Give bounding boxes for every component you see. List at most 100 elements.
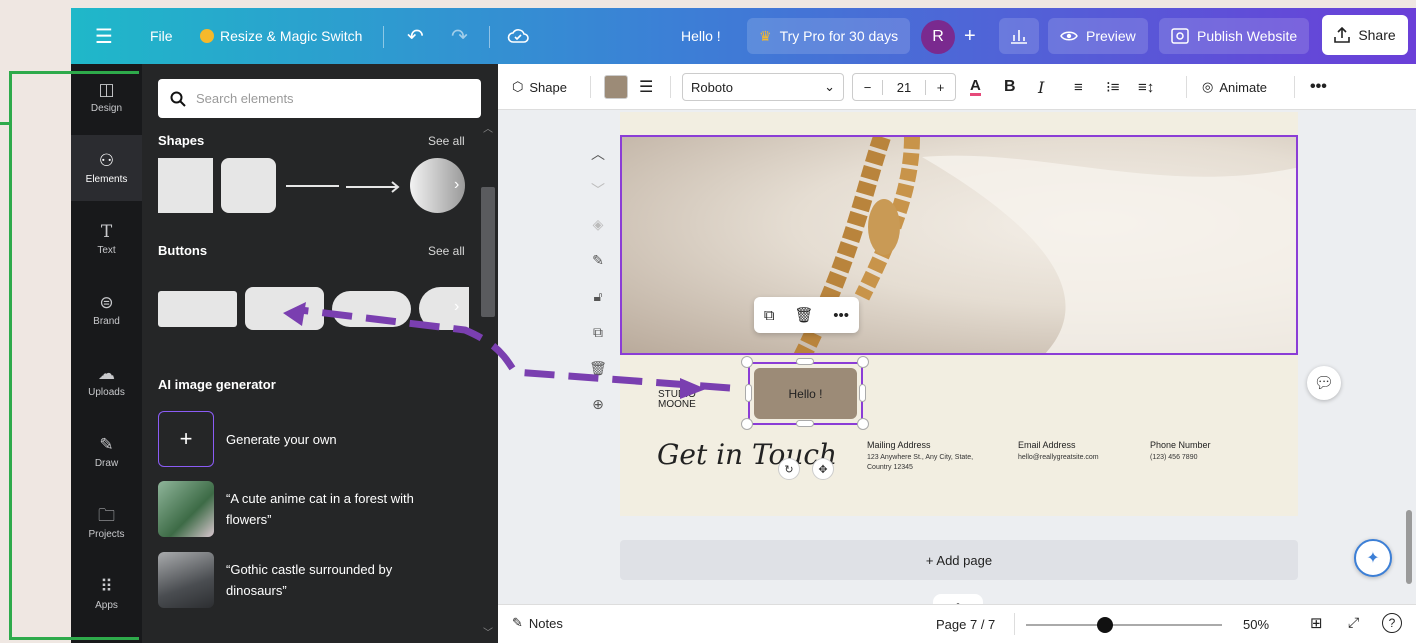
try-pro-button[interactable]: ♛ Try Pro for 30 days (747, 18, 911, 54)
page-notes-icon[interactable]: ✎ (586, 252, 610, 288)
line-spacing-icon[interactable]: ≡↕ (1138, 73, 1154, 101)
comment-add-icon[interactable]: 💬︎ (1307, 366, 1341, 400)
chevron-right-icon[interactable]: › (454, 298, 459, 316)
add-page-icon[interactable]: ⊕ (586, 396, 610, 432)
chevron-right-icon[interactable]: › (454, 176, 459, 194)
resize-handle[interactable] (741, 356, 753, 368)
phone-number-value[interactable]: (123) 456 7890 (1150, 453, 1197, 463)
border-style-icon[interactable]: ☰ (639, 73, 653, 101)
delete-page-icon[interactable]: 🗑︎ (586, 360, 610, 396)
page-indicator[interactable]: Page 7 / 7 (936, 617, 995, 632)
crown-icon (200, 29, 214, 43)
help-icon[interactable]: ? (1382, 613, 1402, 633)
divider (1014, 613, 1015, 635)
menu-icon[interactable]: ☰ (95, 8, 113, 64)
zoom-level[interactable]: 50% (1243, 617, 1269, 632)
generate-your-own-item[interactable]: + Generate your own (158, 411, 446, 467)
grid-view-icon[interactable]: ⊞ (1310, 614, 1323, 632)
see-all-shapes-link[interactable]: See all (428, 134, 465, 148)
arrow-line-shape[interactable] (346, 180, 402, 193)
lock-icon[interactable]: 🔓︎ (586, 288, 610, 324)
search-box[interactable] (158, 79, 481, 118)
shape-button[interactable]: ⬡ Shape (512, 73, 567, 101)
resize-handle[interactable] (857, 356, 869, 368)
font-size-value[interactable]: 21 (883, 80, 925, 95)
publish-website-button[interactable]: Publish Website (1159, 18, 1310, 54)
font-family-select[interactable]: Roboto ⌄ (682, 73, 844, 101)
hello-button[interactable]: Hello ! (754, 368, 857, 419)
bold-icon[interactable]: B (1004, 73, 1016, 101)
trash-icon[interactable]: 🗑︎ (794, 306, 813, 324)
zoom-slider-track[interactable] (1026, 624, 1222, 626)
bullet-list-icon[interactable]: ⁝≡ (1106, 73, 1120, 101)
resize-handle[interactable] (859, 384, 866, 402)
generate-label: Generate your own (226, 431, 337, 447)
rounded-square-shape[interactable] (221, 158, 276, 213)
scroll-down-icon[interactable]: ﹀ (483, 624, 493, 639)
studio-name[interactable]: STUDIO MOONE (658, 390, 704, 410)
pill-button-template-partial[interactable] (419, 287, 469, 330)
mailing-address-label[interactable]: Mailing Address (867, 440, 931, 450)
document-title[interactable]: Hello ! (681, 8, 721, 64)
zoom-slider-knob[interactable] (1097, 617, 1113, 633)
panel-scroll-thumb[interactable] (481, 187, 495, 317)
ai-prompt-item[interactable]: “Gothic castle surrounded by dinosaurs” (158, 552, 446, 608)
font-size-stepper[interactable]: − 21 + (852, 73, 956, 101)
divider (1294, 76, 1295, 98)
insights-icon[interactable] (999, 18, 1039, 54)
undo-icon[interactable]: ↶ (407, 8, 424, 64)
scroll-up-icon[interactable]: ︿ (483, 120, 493, 135)
add-page-button[interactable]: + Add page (620, 540, 1298, 580)
resize-handle[interactable] (796, 358, 814, 365)
see-all-buttons-link[interactable]: See all (428, 244, 465, 258)
redo-icon[interactable]: ↷ (451, 8, 468, 64)
increase-font-size-button[interactable]: + (925, 79, 955, 95)
rotate-icon[interactable]: ↻ (778, 458, 800, 480)
avatar[interactable]: R (921, 20, 955, 54)
chevron-down-icon[interactable]: ﹀ (586, 180, 610, 216)
magic-assistant-icon[interactable]: ✦ (1354, 539, 1392, 577)
chevron-up-icon[interactable]: ︿ (586, 144, 610, 180)
get-in-touch-heading[interactable]: Get in Touch (657, 438, 837, 471)
animate-button[interactable]: ◎ Animate (1202, 73, 1267, 101)
ai-prompt-item[interactable]: “A cute anime cat in a forest with flowe… (158, 481, 446, 537)
preview-button[interactable]: Preview (1048, 18, 1148, 54)
file-menu[interactable]: File (150, 8, 173, 64)
duplicate-icon[interactable]: ⧉ (764, 307, 775, 324)
add-collaborator-icon[interactable]: + (964, 8, 976, 64)
jewelry-photo[interactable] (620, 135, 1298, 355)
selected-button-element[interactable]: Hello ! (748, 362, 863, 425)
align-center-icon[interactable]: ≡ (1074, 73, 1083, 101)
move-icon[interactable]: ✥ (812, 458, 834, 480)
hide-page-icon[interactable]: ◈ (586, 216, 610, 252)
resize-handle[interactable] (741, 418, 753, 430)
square-shape[interactable] (158, 158, 213, 213)
share-button[interactable]: Share (1322, 15, 1408, 55)
line-shape[interactable] (286, 185, 339, 187)
pill-button-template[interactable] (332, 291, 411, 327)
search-input[interactable] (196, 91, 446, 106)
more-options-icon[interactable]: ••• (833, 307, 849, 324)
fill-color-swatch[interactable] (604, 75, 628, 99)
text-color-icon[interactable]: A (970, 73, 981, 101)
email-address-label[interactable]: Email Address (1018, 440, 1076, 450)
cloud-save-icon[interactable] (507, 8, 529, 64)
rectangle-button-template[interactable] (158, 291, 237, 327)
resize-magic-switch-button[interactable]: Resize & Magic Switch (200, 8, 362, 64)
gothic-castle-thumbnail (158, 552, 214, 608)
fullscreen-icon[interactable]: ⤢ (1348, 614, 1359, 631)
notes-button[interactable]: ✎ Notes (512, 615, 563, 631)
more-options-icon[interactable]: ••• (1310, 73, 1327, 101)
resize-handle[interactable] (857, 418, 869, 430)
resize-handle[interactable] (745, 384, 752, 402)
design-page[interactable]: ⧉ 🗑︎ ••• STUDIO MOONE Hello ! Get in Tou… (620, 112, 1298, 516)
rounded-button-template[interactable] (245, 287, 324, 330)
decrease-font-size-button[interactable]: − (853, 79, 883, 95)
resize-handle[interactable] (796, 420, 814, 427)
email-address-value[interactable]: hello@reallygreatsite.com (1018, 453, 1099, 463)
phone-number-label[interactable]: Phone Number (1150, 440, 1211, 450)
italic-icon[interactable]: I (1038, 73, 1044, 101)
mailing-address-value[interactable]: 123 Anywhere St., Any City, State, Count… (867, 453, 997, 473)
canvas-scrollbar[interactable] (1406, 510, 1412, 584)
duplicate-page-icon[interactable]: ⧉ (586, 324, 610, 360)
